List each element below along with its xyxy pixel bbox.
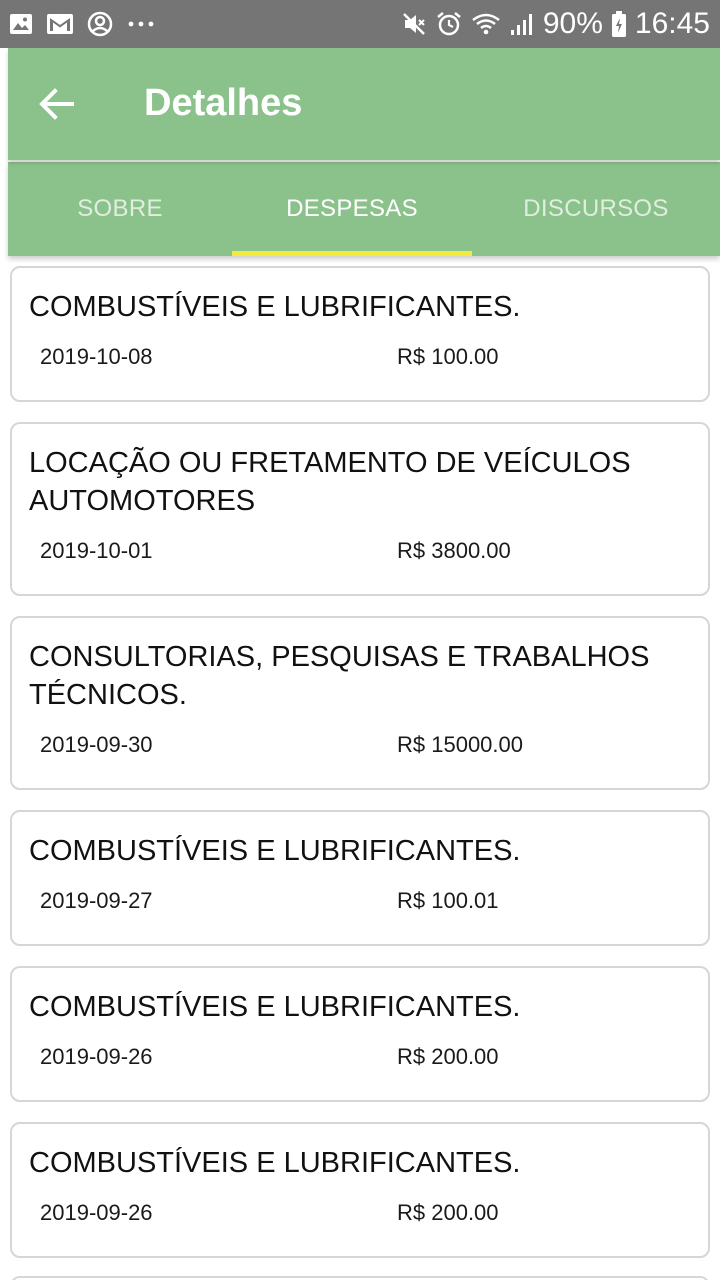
expense-card[interactable]: COMBUSTÍVEIS E LUBRIFICANTES. 2019-09-26… — [10, 966, 710, 1102]
tab-label: DISCURSOS — [523, 195, 669, 222]
expense-card[interactable]: COMBUSTÍVEIS E LUBRIFICANTES. 2019-09-27… — [10, 810, 710, 946]
battery-percentage: 90% — [542, 7, 603, 40]
battery-charging-icon — [611, 10, 627, 38]
expense-card-partial[interactable] — [10, 1276, 710, 1280]
expense-date: 2019-09-27 — [40, 888, 153, 913]
expense-card[interactable]: COMBUSTÍVEIS E LUBRIFICANTES. 2019-10-08… — [10, 266, 710, 402]
expense-card[interactable]: LOCAÇÃO OU FRETAMENTO DE VEÍCULOS AUTOMO… — [10, 422, 710, 596]
image-icon — [8, 11, 34, 37]
tab-despesas[interactable]: DESPESAS — [232, 162, 472, 256]
expense-title: COMBUSTÍVEIS E LUBRIFICANTES. — [29, 835, 521, 867]
expense-date: 2019-09-26 — [40, 1200, 153, 1225]
expense-date: 2019-09-26 — [40, 1044, 153, 1069]
expense-title: CONSULTORIAS, PESQUISAS E TRABALHOS TÉCN… — [29, 641, 650, 711]
active-tab-indicator — [232, 251, 472, 256]
tab-label: SOBRE — [77, 195, 163, 222]
clock: 16:45 — [634, 7, 710, 40]
expense-amount: R$ 200.00 — [397, 1200, 499, 1225]
account-circle-icon — [86, 10, 114, 38]
expense-card[interactable]: CONSULTORIAS, PESQUISAS E TRABALHOS TÉCN… — [10, 616, 710, 790]
expense-amount: R$ 3800.00 — [397, 538, 511, 563]
wifi-icon — [471, 11, 501, 37]
tab-sobre[interactable]: SOBRE — [8, 162, 232, 256]
expense-amount: R$ 200.00 — [397, 1044, 499, 1069]
alarm-icon — [435, 10, 463, 38]
expense-amount: R$ 100.00 — [397, 344, 499, 369]
status-bar-notifications — [8, 10, 156, 38]
tab-label: DESPESAS — [286, 195, 418, 222]
expense-amount: R$ 100.01 — [397, 888, 499, 913]
tab-discursos[interactable]: DISCURSOS — [472, 162, 720, 256]
signal-icon — [509, 11, 535, 37]
expense-title: COMBUSTÍVEIS E LUBRIFICANTES. — [29, 291, 521, 323]
expense-title: COMBUSTÍVEIS E LUBRIFICANTES. — [29, 991, 521, 1023]
expense-date: 2019-09-30 — [40, 732, 153, 757]
back-button[interactable] — [36, 84, 76, 124]
expense-title: LOCAÇÃO OU FRETAMENTO DE VEÍCULOS AUTOMO… — [29, 447, 631, 517]
expense-list[interactable]: COMBUSTÍVEIS E LUBRIFICANTES. 2019-10-08… — [0, 256, 720, 1280]
page-title: Detalhes — [144, 82, 303, 124]
mute-icon — [401, 11, 427, 37]
expense-card[interactable]: COMBUSTÍVEIS E LUBRIFICANTES. 2019-09-26… — [10, 1122, 710, 1258]
expense-title: COMBUSTÍVEIS E LUBRIFICANTES. — [29, 1147, 521, 1179]
more-dots-icon — [126, 19, 156, 29]
status-bar-system: 90% 16:45 — [401, 7, 710, 41]
status-bar: 90% 16:45 — [0, 0, 720, 48]
expense-amount: R$ 15000.00 — [397, 732, 523, 757]
gmail-icon — [46, 12, 74, 36]
arrow-back-icon — [38, 87, 74, 121]
app-bar: Detalhes — [8, 48, 720, 160]
tab-bar: SOBRE DESPESAS DISCURSOS — [8, 162, 720, 256]
expense-date: 2019-10-01 — [40, 538, 153, 563]
expense-date: 2019-10-08 — [40, 344, 153, 369]
